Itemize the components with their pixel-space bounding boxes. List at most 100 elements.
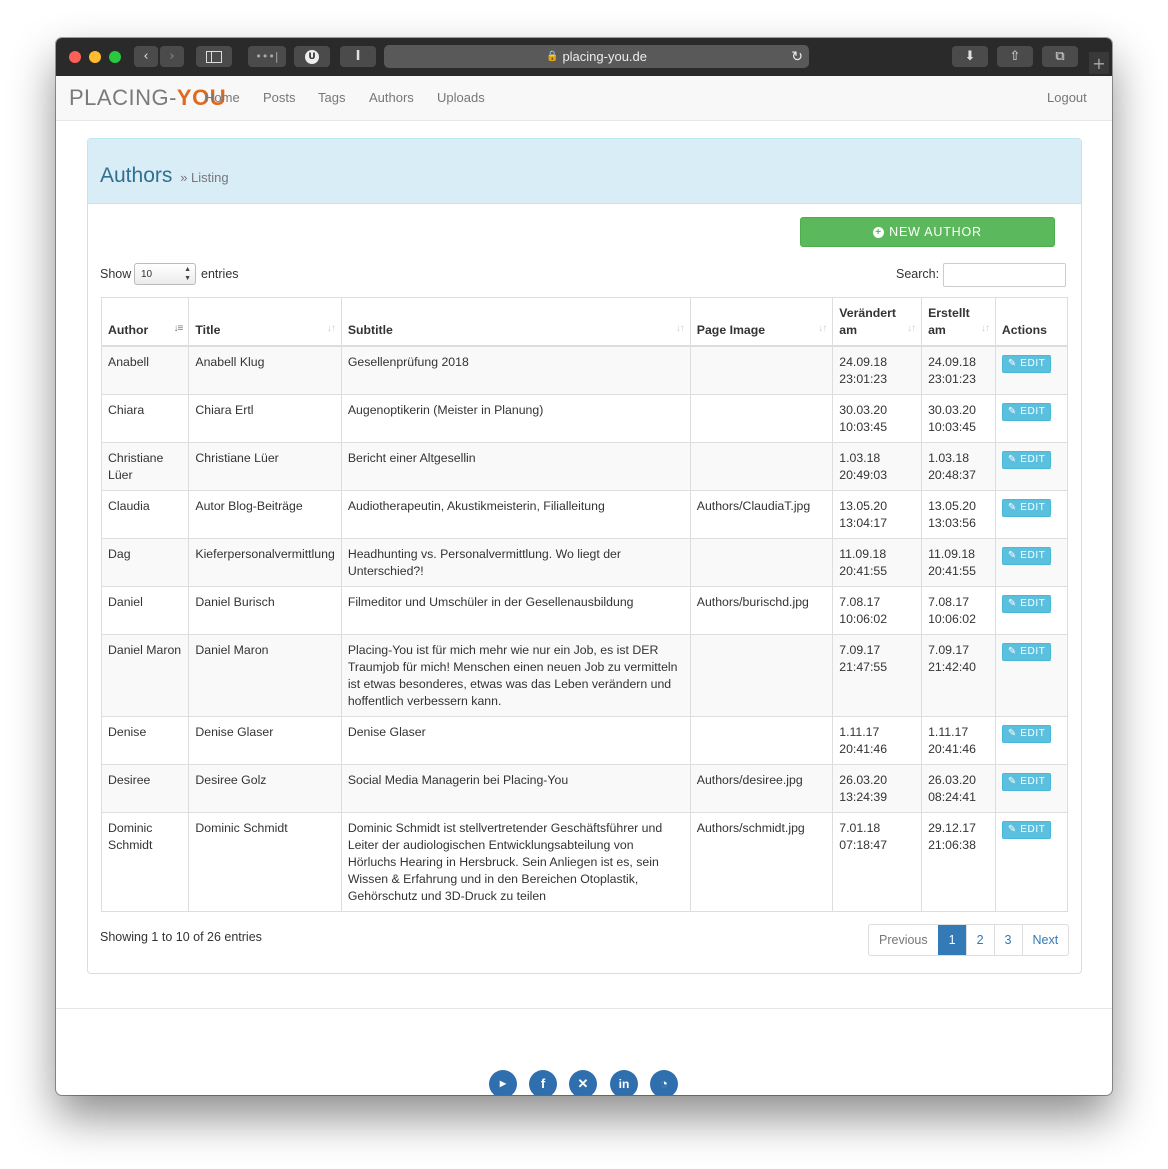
facebook-icon[interactable]: f xyxy=(529,1070,557,1095)
table-row: Dag Kieferpersonalvermittlung Headhunting … xyxy=(100,538,1069,587)
subtitle-cell: Bericht einer Altgesellin xyxy=(340,442,691,491)
changed-time: 13:24:39 xyxy=(839,790,888,804)
pagination-previous[interactable]: Previous xyxy=(869,925,938,955)
column-page-image[interactable]: Page Image ↓↑ xyxy=(689,297,834,347)
nav-uploads[interactable]: Uploads xyxy=(437,90,485,105)
youtube-icon[interactable]: ▶ xyxy=(489,1070,517,1095)
pagination-page-3[interactable]: 3 xyxy=(993,925,1022,955)
created-time: 10:03:45 xyxy=(928,420,976,434)
sort-icon: ↓↑ xyxy=(675,323,685,334)
site-navbar: PLACING-YOU Home Posts Tags Authors Uplo… xyxy=(56,76,1112,121)
column-actions-label: Actions xyxy=(1001,323,1047,337)
table-info: Showing 1 to 10 of 26 entries xyxy=(100,930,262,944)
changed-date: 1.11.17 xyxy=(839,725,880,739)
actions-cell: ✎ EDIT xyxy=(994,716,1069,765)
column-created[interactable]: Erstellt am ↓↑ xyxy=(921,297,996,347)
column-changed[interactable]: Verändert am ↓↑ xyxy=(832,297,923,347)
column-author[interactable]: Author ↓≡ xyxy=(100,297,190,347)
nav-home[interactable]: Home xyxy=(205,90,240,105)
entries-select[interactable]: 10 ▲ ▼ xyxy=(134,263,196,285)
edit-button[interactable]: ✎ EDIT xyxy=(1001,355,1052,373)
edit-button[interactable]: ✎ EDIT xyxy=(1001,499,1052,517)
column-author-label: Author xyxy=(108,323,149,337)
changed-cell: 13.05.20 13:04:17 xyxy=(832,490,923,539)
edit-icon: ✎ xyxy=(1007,728,1021,739)
edit-label: EDIT xyxy=(1020,646,1046,657)
reader-icon[interactable]: I xyxy=(340,46,376,67)
edit-button[interactable]: ✎ EDIT xyxy=(1001,403,1052,421)
pagination-page-2[interactable]: 2 xyxy=(965,925,994,955)
page-image-cell: Authors/ClaudiaT.jpg xyxy=(689,490,834,539)
sort-icon: ↓↑ xyxy=(980,323,990,334)
edit-button[interactable]: ✎ EDIT xyxy=(1001,821,1052,839)
actions-cell: ✎ EDIT xyxy=(994,442,1069,491)
page-image-cell xyxy=(689,442,834,491)
sort-icon: ↓↑ xyxy=(818,323,827,334)
site-logo[interactable]: PLACING-YOU xyxy=(69,85,226,111)
extensions-icon[interactable]: •••| xyxy=(248,46,286,67)
changed-time: 10:03:45 xyxy=(839,420,888,434)
changed-time: 10:06:02 xyxy=(839,612,888,626)
maximize-window-button[interactable] xyxy=(109,51,121,63)
table-header: Author ↓≡ Title ↓↑ Subtitle ↓↑ Page Image ↓↑… xyxy=(100,297,1069,347)
new-tab-icon[interactable]: + xyxy=(1089,52,1109,74)
share-icon[interactable]: ⇧ xyxy=(997,46,1033,67)
subtitle-cell: Augenoptikerin (Meister in Planung) xyxy=(340,394,691,443)
edit-button[interactable]: ✎ EDIT xyxy=(1001,643,1052,661)
title-cell: Christiane Lüer xyxy=(188,442,342,491)
logo-text: PLACING- xyxy=(69,85,177,110)
close-window-button[interactable] xyxy=(69,51,81,63)
created-time: 20:41:46 xyxy=(928,742,976,756)
forward-icon[interactable]: › xyxy=(160,46,184,67)
edit-label: EDIT xyxy=(1020,824,1046,835)
changed-cell: 7.08.17 10:06:02 xyxy=(832,586,923,635)
column-title[interactable]: Title ↓↑ xyxy=(188,297,342,347)
nav-tags[interactable]: Tags xyxy=(318,90,345,105)
table-row: Daniel Maron Daniel Maron Placing-You ist … xyxy=(100,634,1069,717)
browser-window: ‹ › •••| U I 🔒 placing-you.de ↻ ⬇ ⇧ ⧉ + … xyxy=(56,38,1112,1095)
reload-icon[interactable]: ↻ xyxy=(791,48,803,65)
edit-button[interactable]: ✎ EDIT xyxy=(1001,451,1052,469)
pagination-next[interactable]: Next xyxy=(1021,925,1069,955)
linkedin-icon[interactable]: in xyxy=(610,1070,638,1095)
new-author-button[interactable]: + NEW AUTHOR xyxy=(800,217,1055,247)
subtitle-cell: Social Media Managerin bei Placing-You xyxy=(340,764,691,813)
back-icon[interactable]: ‹ xyxy=(134,46,158,67)
created-cell: 24.09.18 23:01:23 xyxy=(921,345,996,395)
edit-button[interactable]: ✎ EDIT xyxy=(1001,547,1052,565)
actions-cell: ✎ EDIT xyxy=(994,586,1069,635)
edit-button[interactable]: ✎ EDIT xyxy=(1001,725,1052,743)
nav-authors[interactable]: Authors xyxy=(369,90,414,105)
minimize-window-button[interactable] xyxy=(89,51,101,63)
address-bar[interactable]: 🔒 placing-you.de ↻ xyxy=(384,45,809,68)
nav-posts[interactable]: Posts xyxy=(263,90,296,105)
created-cell: 1.03.18 20:48:37 xyxy=(921,442,996,491)
pagination-page-1[interactable]: 1 xyxy=(937,925,966,955)
edit-button[interactable]: ✎ EDIT xyxy=(1001,595,1052,613)
page-image-cell xyxy=(689,716,834,765)
author-cell: Denise xyxy=(100,716,190,765)
rss-icon[interactable]: ◔ xyxy=(650,1070,678,1095)
column-title-label: Title xyxy=(195,323,221,337)
edit-icon: ✎ xyxy=(1007,358,1021,369)
changed-date: 7.08.17 xyxy=(839,595,881,609)
download-icon[interactable]: ⬇ xyxy=(952,46,988,67)
changed-time: 13:04:17 xyxy=(839,516,888,530)
author-cell: Claudia xyxy=(100,490,190,539)
column-subtitle[interactable]: Subtitle ↓↑ xyxy=(340,297,691,347)
panel-heading: Authors » Listing xyxy=(88,139,1081,204)
search-input[interactable] xyxy=(943,263,1066,287)
tabs-icon[interactable]: ⧉ xyxy=(1042,46,1078,67)
subtitle-cell: Placing-You ist für mich mehr wie nur ei… xyxy=(340,634,691,717)
author-cell: Chiara xyxy=(100,394,190,443)
table-row: Anabell Anabell Klug Gesellenprüfung 2018 2… xyxy=(100,345,1069,395)
actions-cell: ✎ EDIT xyxy=(994,812,1069,912)
logout-link[interactable]: Logout xyxy=(1047,90,1087,105)
ublock-icon[interactable]: U xyxy=(294,46,330,67)
created-date: 13.05.20 xyxy=(928,499,976,513)
sidebar-icon[interactable] xyxy=(196,46,232,67)
edit-button[interactable]: ✎ EDIT xyxy=(1001,773,1052,791)
changed-cell: 30.03.20 10:03:45 xyxy=(832,394,923,443)
actions-cell: ✎ EDIT xyxy=(994,394,1069,443)
xing-icon[interactable]: ✕ xyxy=(569,1070,597,1095)
